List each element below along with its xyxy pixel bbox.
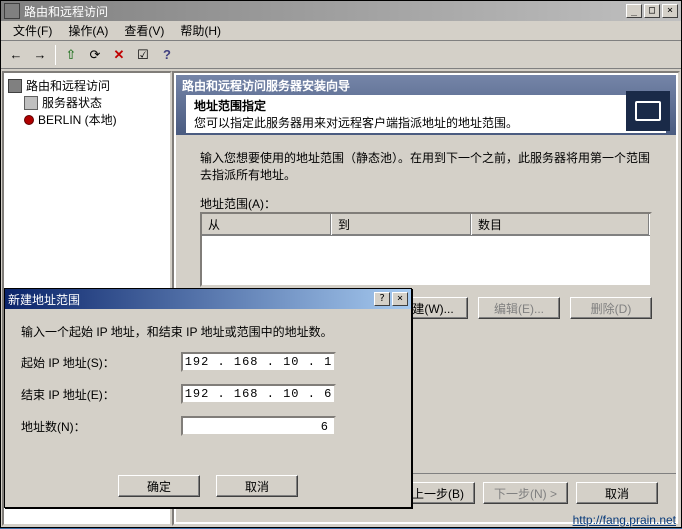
dialog-instruction: 输入一个起始 IP 地址，和结束 IP 地址或范围中的地址数。 [21, 323, 395, 340]
main-title: 路由和远程访问 [24, 3, 624, 20]
rras-root-icon [8, 79, 22, 93]
tb-help-icon[interactable]: ? [156, 44, 178, 66]
row-count: 地址数(N)： 6 [21, 416, 395, 436]
dialog-ok-button[interactable]: 确定 [118, 475, 200, 497]
tb-delete-icon[interactable]: ✕ [108, 44, 130, 66]
wizard-next-button: 下一步(N) > [483, 482, 568, 504]
tree-server[interactable]: BERLIN (本地) [6, 111, 168, 128]
wizard-cancel-button[interactable]: 取消 [576, 482, 658, 504]
tree-root[interactable]: 路由和远程访问 [6, 77, 168, 94]
maximize-button[interactable]: □ [644, 4, 660, 18]
range-list-label: 地址范围(A)： [200, 195, 652, 212]
wizard-banner-sub: 地址范围指定 您可以指定此服务器用来对远程客户端指派地址的地址范围。 [186, 95, 666, 133]
tb-props-icon[interactable]: ☑ [132, 44, 154, 66]
row-start-ip: 起始 IP 地址(S)： 192 . 168 . 10 . 1 [21, 352, 395, 372]
label-start-ip: 起始 IP 地址(S)： [21, 354, 181, 371]
label-end-ip: 结束 IP 地址(E)： [21, 386, 181, 403]
toolbar: ← → ⇧ ⟳ ✕ ☑ ? [1, 41, 681, 69]
range-list[interactable]: 从 到 数目 [200, 212, 652, 287]
tree-server-label: BERLIN (本地) [38, 111, 117, 128]
wizard-banner-title: 路由和远程访问服务器安装向导 [182, 77, 350, 94]
tree-server-status-label: 服务器状态 [42, 94, 102, 111]
new-range-dialog: 新建地址范围 ? × 输入一个起始 IP 地址，和结束 IP 地址或范围中的地址… [4, 288, 412, 508]
wizard-subheading: 您可以指定此服务器用来对远程客户端指派地址的地址范围。 [194, 114, 658, 131]
wizard-glyph-icon [626, 91, 670, 131]
server-status-icon [24, 96, 38, 110]
menu-view[interactable]: 查看(V) [116, 20, 172, 41]
col-count[interactable]: 数目 [472, 214, 650, 235]
menu-action[interactable]: 操作(A) [60, 20, 116, 41]
server-icon [24, 115, 34, 125]
input-count[interactable]: 6 [181, 416, 336, 436]
tb-back-icon[interactable]: ← [5, 44, 27, 66]
label-count: 地址数(N)： [21, 418, 181, 435]
tb-forward-icon[interactable]: → [29, 44, 51, 66]
range-list-header: 从 到 数目 [202, 214, 650, 236]
rras-icon [4, 3, 20, 19]
minimize-button[interactable]: _ [626, 4, 642, 18]
tb-up-icon[interactable]: ⇧ [60, 44, 82, 66]
col-from[interactable]: 从 [202, 214, 332, 235]
dialog-body: 输入一个起始 IP 地址，和结束 IP 地址或范围中的地址数。 起始 IP 地址… [5, 309, 411, 450]
separator [55, 45, 56, 65]
wizard-banner: 路由和远程访问服务器安装向导 地址范围指定 您可以指定此服务器用来对远程客户端指… [176, 75, 676, 135]
menu-file[interactable]: 文件(F) [5, 20, 60, 41]
dialog-cancel-button[interactable]: 取消 [216, 475, 298, 497]
delete-range-button: 删除(D) [570, 297, 652, 319]
wizard-body-text: 输入您想要使用的地址范围（静态池）。在用到下一个之前，此服务器将用第一个范围去指… [200, 149, 652, 183]
dialog-footer: 确定 取消 [5, 475, 411, 497]
main-titlebar[interactable]: 路由和远程访问 _ □ × [1, 1, 681, 21]
row-end-ip: 结束 IP 地址(E)： 192 . 168 . 10 . 6 [21, 384, 395, 404]
wizard-heading: 地址范围指定 [194, 97, 658, 114]
menu-help[interactable]: 帮助(H) [172, 20, 229, 41]
tree-server-status[interactable]: 服务器状态 [6, 94, 168, 111]
dialog-help-button[interactable]: ? [374, 292, 390, 306]
col-to[interactable]: 到 [332, 214, 472, 235]
input-end-ip[interactable]: 192 . 168 . 10 . 6 [181, 384, 336, 404]
dialog-titlebar[interactable]: 新建地址范围 ? × [5, 289, 411, 309]
tree-root-label: 路由和远程访问 [26, 77, 110, 94]
dialog-title: 新建地址范围 [8, 291, 372, 308]
dialog-close-button[interactable]: × [392, 292, 408, 306]
watermark-link[interactable]: http://fang.prain.net [573, 513, 676, 527]
edit-range-button: 编辑(E)... [478, 297, 560, 319]
close-button[interactable]: × [662, 4, 678, 18]
tb-refresh-icon[interactable]: ⟳ [84, 44, 106, 66]
input-start-ip[interactable]: 192 . 168 . 10 . 1 [181, 352, 336, 372]
menubar: 文件(F) 操作(A) 查看(V) 帮助(H) [1, 21, 681, 41]
